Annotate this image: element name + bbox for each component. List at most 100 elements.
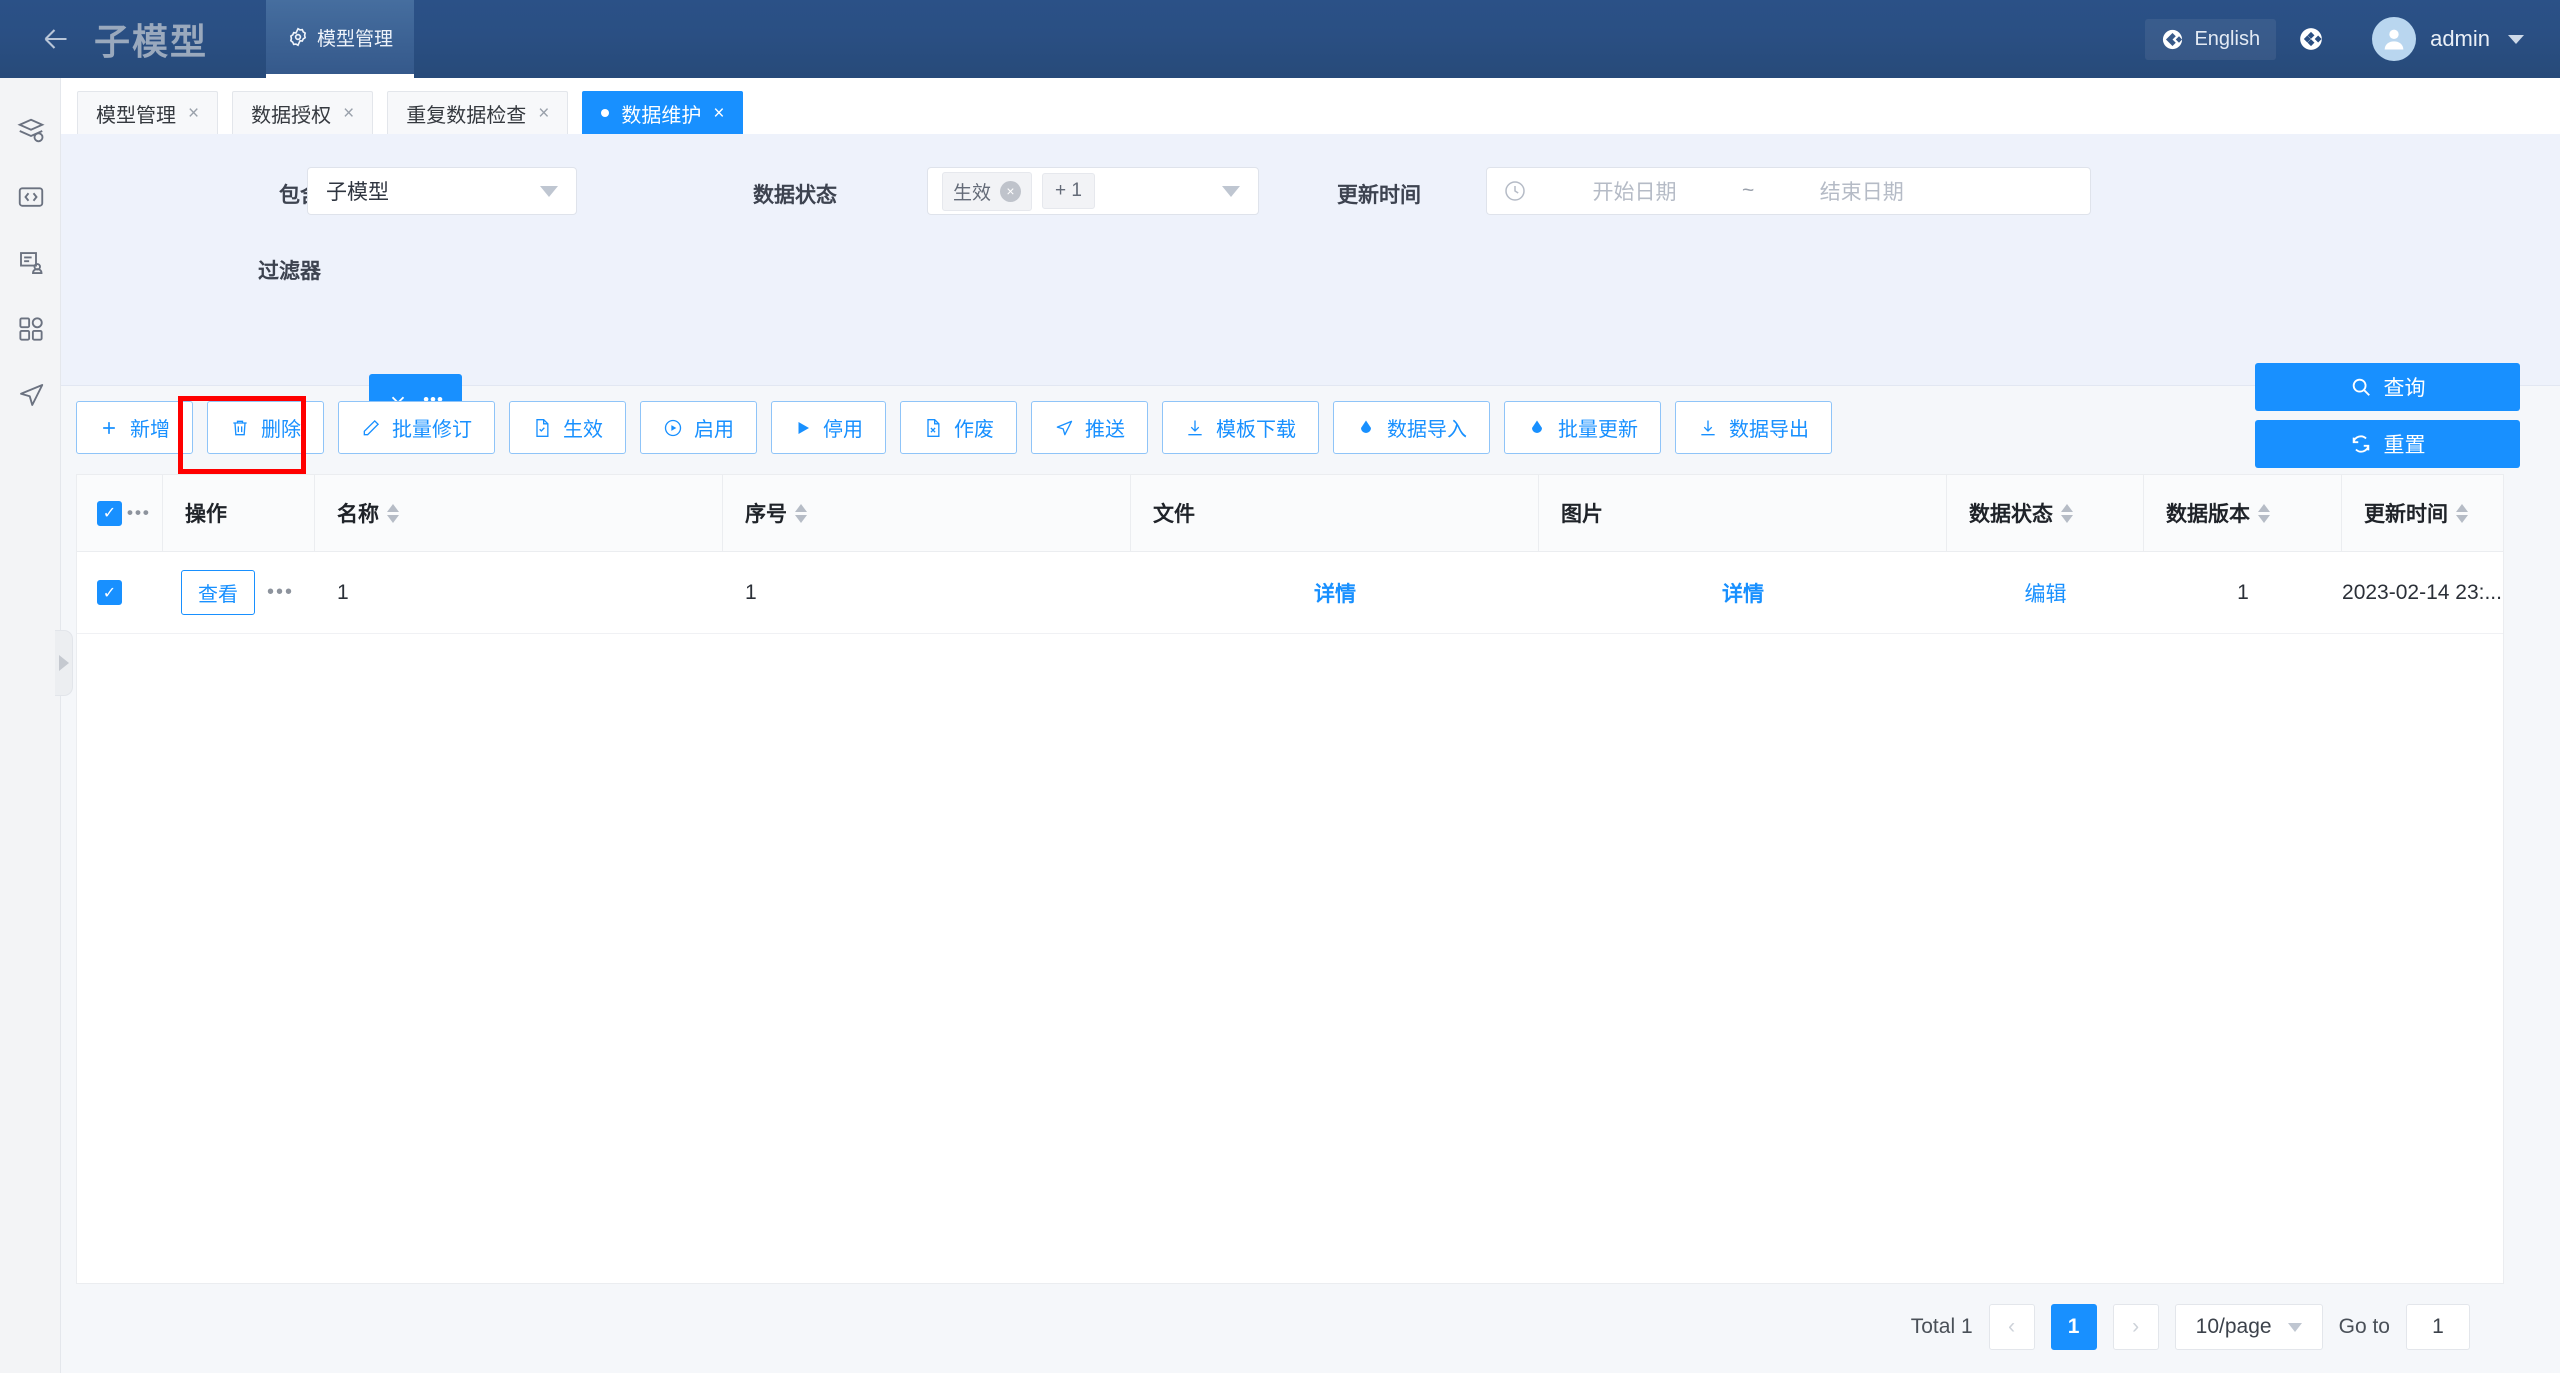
column-name[interactable]: 名称 xyxy=(315,475,723,551)
sort-icon[interactable] xyxy=(795,503,807,523)
trash-icon xyxy=(230,418,250,438)
start-date-input[interactable]: 开始日期 xyxy=(1527,176,1742,206)
tab-active-dot-icon xyxy=(601,109,610,117)
language-switch-button[interactable]: English xyxy=(2145,18,2277,60)
data-status-select[interactable]: 生效 × + 1 xyxy=(927,167,1259,215)
template-download-button[interactable]: 模板下载 xyxy=(1162,401,1319,454)
column-label: 数据状态 xyxy=(1969,503,2053,526)
page-size-select[interactable]: 10/page xyxy=(2174,1304,2323,1350)
chevron-down-icon xyxy=(1222,185,1240,197)
top-header: 子模型 模型管理 English admin xyxy=(0,0,2560,78)
column-settings-icon[interactable]: ••• xyxy=(127,503,151,523)
sidebar-item-data-models[interactable] xyxy=(0,98,61,164)
column-update-time[interactable]: 更新时间 xyxy=(2342,475,2502,551)
button-label: 启用 xyxy=(694,419,734,441)
sidebar-collapse-handle[interactable] xyxy=(55,630,73,696)
tab-data-maintenance[interactable]: 数据维护 × xyxy=(582,91,744,134)
left-sidebar xyxy=(0,78,61,1373)
action-toolbar: 新增 删除 批量修订 生效 启用 停用 作废 推送 模板下载 数据导入 批量更新… xyxy=(76,401,1832,454)
download-icon xyxy=(1698,418,1718,438)
triangle-right-icon xyxy=(58,655,69,671)
tab-data-authorization[interactable]: 数据授权 × xyxy=(232,91,374,134)
column-data-status[interactable]: 数据状态 xyxy=(1947,475,2144,551)
tab-close-icon[interactable]: × xyxy=(188,104,199,123)
batch-revise-button[interactable]: 批量修订 xyxy=(338,401,495,454)
page-size-label: 10/page xyxy=(2195,1315,2272,1338)
tag-close-icon[interactable]: × xyxy=(1000,180,1022,202)
select-all-checkbox[interactable]: ✓ xyxy=(97,500,122,526)
table-row[interactable]: ✓ 查看 ••• 1 1 详情 详情 编辑 1 2023-02-14 23:..… xyxy=(77,552,2503,634)
tab-close-icon[interactable]: × xyxy=(538,104,549,123)
contains-select[interactable]: 子模型 xyxy=(307,167,577,215)
query-button-label: 查询 xyxy=(2383,377,2426,400)
search-icon xyxy=(2350,376,2372,398)
sort-icon[interactable] xyxy=(2061,503,2073,523)
chevron-down-icon xyxy=(2508,34,2524,44)
header-module-tab[interactable]: 模型管理 xyxy=(266,0,415,78)
sidebar-item-publish[interactable] xyxy=(0,362,61,428)
button-label: 删除 xyxy=(261,419,301,441)
goto-page-input[interactable]: 1 xyxy=(2406,1304,2470,1350)
column-label: 文件 xyxy=(1153,503,1195,526)
tab-model-management[interactable]: 模型管理 × xyxy=(77,91,219,134)
column-data-version[interactable]: 数据版本 xyxy=(2144,475,2342,551)
back-button[interactable] xyxy=(28,0,84,78)
disable-button[interactable]: 停用 xyxy=(771,401,886,454)
row-checkbox[interactable]: ✓ xyxy=(97,580,122,605)
data-status-link[interactable]: 编辑 xyxy=(2025,578,2067,608)
header-right-group: English admin xyxy=(2145,0,2560,78)
reset-button[interactable]: 重置 xyxy=(2255,420,2520,468)
update-time-label: 更新时间 xyxy=(1337,184,1421,207)
column-label: 更新时间 xyxy=(2364,503,2448,526)
row-more-actions-icon[interactable]: ••• xyxy=(267,581,294,604)
refresh-icon xyxy=(2350,433,2372,455)
tab-close-icon[interactable]: × xyxy=(343,104,354,123)
tab-label: 数据授权 xyxy=(251,104,332,127)
file-x-icon xyxy=(923,418,943,438)
button-label: 新增 xyxy=(130,419,170,441)
sidebar-item-data-authorization[interactable] xyxy=(0,230,61,296)
cloud-upload-icon xyxy=(1356,418,1376,438)
query-button[interactable]: 查询 xyxy=(2255,363,2520,411)
push-button[interactable]: 推送 xyxy=(1031,401,1148,454)
contains-value: 子模型 xyxy=(326,181,389,204)
play-icon xyxy=(794,419,812,437)
batch-update-button[interactable]: 批量更新 xyxy=(1504,401,1661,454)
tab-bar: 模型管理 × 数据授权 × 重复数据检查 × 数据维护 × xyxy=(61,78,2560,134)
sidebar-item-code-editor[interactable] xyxy=(0,164,61,230)
play-circle-icon xyxy=(663,418,683,438)
button-label: 批量修订 xyxy=(392,419,472,441)
sidebar-item-applications[interactable] xyxy=(0,296,61,362)
activate-button[interactable]: 生效 xyxy=(509,401,626,454)
sort-icon[interactable] xyxy=(387,503,399,523)
page-1-button[interactable]: 1 xyxy=(2050,1304,2097,1350)
data-export-button[interactable]: 数据导出 xyxy=(1675,401,1832,454)
update-time-range-picker[interactable]: 开始日期 ~ 结束日期 xyxy=(1486,167,2091,215)
sort-icon[interactable] xyxy=(2258,503,2270,523)
file-detail-link[interactable]: 详情 xyxy=(1314,578,1356,608)
button-label: 模板下载 xyxy=(1216,419,1296,441)
view-button[interactable]: 查看 xyxy=(181,570,255,615)
theme-toggle-icon xyxy=(2298,26,2324,52)
prev-page-button[interactable]: ‹ xyxy=(1988,1304,2035,1350)
button-label: 批量更新 xyxy=(1558,419,1638,441)
next-page-button[interactable]: › xyxy=(2112,1304,2159,1350)
theme-toggle-button[interactable] xyxy=(2286,18,2336,60)
row-data-status-cell: 编辑 xyxy=(1947,552,2144,633)
button-label: 推送 xyxy=(1085,419,1125,441)
sort-icon[interactable] xyxy=(2456,503,2468,523)
code-brackets-icon xyxy=(16,182,46,212)
end-date-input[interactable]: 结束日期 xyxy=(1754,176,1969,206)
tab-duplicate-data-check[interactable]: 重复数据检查 × xyxy=(387,91,569,134)
image-detail-link[interactable]: 详情 xyxy=(1722,578,1764,608)
data-import-button[interactable]: 数据导入 xyxy=(1333,401,1490,454)
void-button[interactable]: 作废 xyxy=(900,401,1017,454)
select-all-header[interactable]: ✓ ••• xyxy=(77,475,163,551)
enable-button[interactable]: 启用 xyxy=(640,401,757,454)
row-select-cell[interactable]: ✓ xyxy=(77,552,163,633)
column-seq[interactable]: 序号 xyxy=(723,475,1131,551)
user-menu[interactable]: admin xyxy=(2372,17,2524,61)
delete-button[interactable]: 删除 xyxy=(207,401,324,454)
tab-close-icon[interactable]: × xyxy=(713,104,724,123)
add-button[interactable]: 新增 xyxy=(76,401,193,454)
